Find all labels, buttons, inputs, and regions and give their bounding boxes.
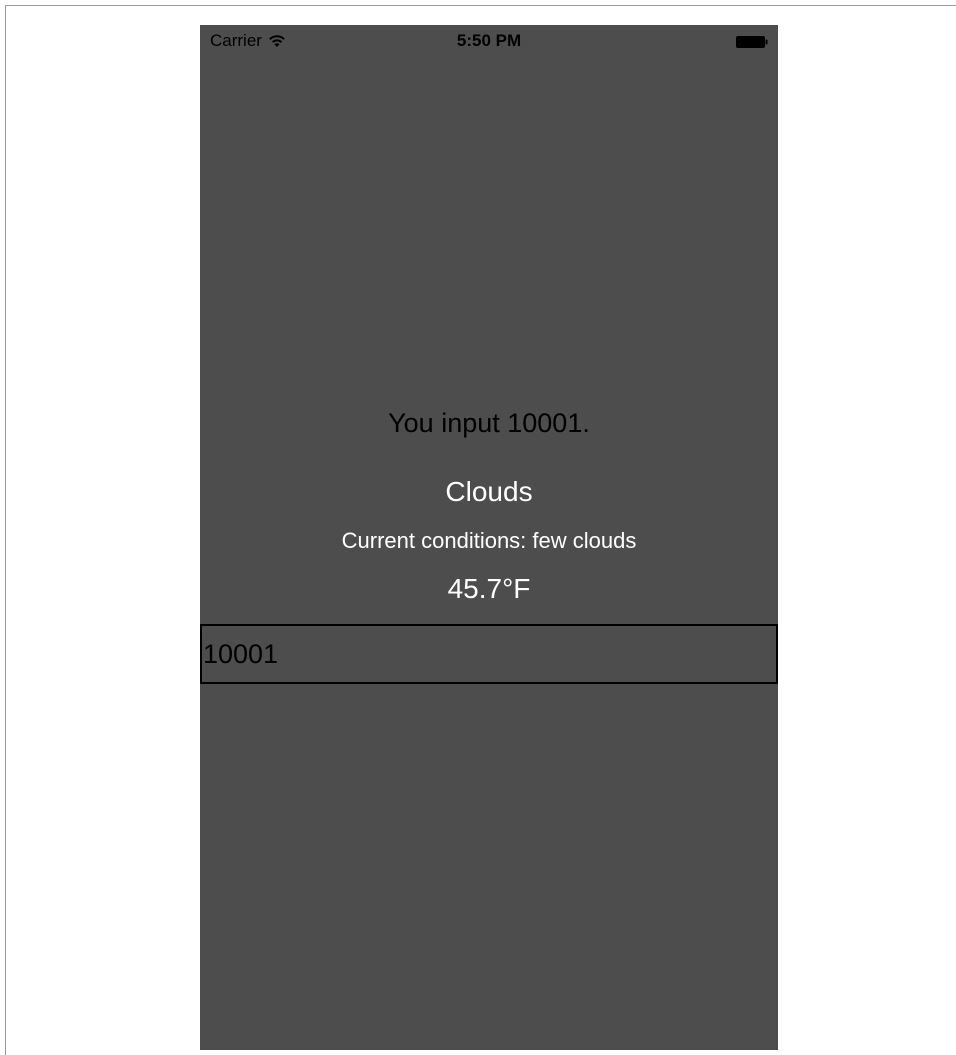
weather-description-label: Current conditions: few clouds: [341, 528, 637, 553]
status-bar: Carrier 5:50 PM: [200, 25, 778, 59]
window-frame: Carrier 5:50 PM You input 10001. Clouds …: [5, 5, 956, 1055]
temperature-label: 45.7°F: [447, 573, 531, 604]
battery-icon: [736, 36, 768, 48]
status-time: 5:50 PM: [456, 31, 522, 50]
weather-condition-label: Clouds: [445, 476, 533, 507]
input-echo-label: You input 10001.: [388, 408, 590, 438]
phone-screen: Carrier 5:50 PM You input 10001. Clouds …: [200, 25, 778, 1050]
zip-code-input[interactable]: [200, 624, 778, 684]
